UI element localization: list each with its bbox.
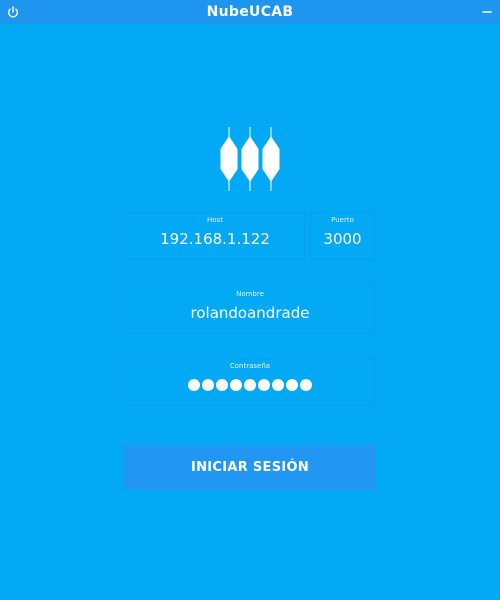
port-field[interactable]: Puerto 3000 <box>310 212 375 260</box>
nube-logo-icon <box>220 127 280 191</box>
title-bar: NubeUCAB <box>0 0 500 24</box>
password-mask-dot <box>258 379 270 391</box>
minimize-button[interactable] <box>478 3 496 21</box>
port-label: Puerto <box>331 216 354 224</box>
username-input[interactable]: rolandoandrade <box>126 304 374 322</box>
power-icon <box>8 6 18 18</box>
login-button[interactable]: INICIAR SESIÓN <box>124 445 376 490</box>
password-mask-dot <box>216 379 228 391</box>
host-input[interactable]: 192.168.1.122 <box>126 230 304 248</box>
password-field[interactable]: Contraseña <box>125 358 375 406</box>
password-mask-dot <box>272 379 284 391</box>
power-button[interactable] <box>4 3 22 21</box>
password-mask-dot <box>188 379 200 391</box>
password-input[interactable] <box>126 379 374 391</box>
password-mask-dot <box>244 379 256 391</box>
username-label: Nombre <box>236 290 264 298</box>
host-field[interactable]: Host 192.168.1.122 <box>125 212 305 260</box>
port-input[interactable]: 3000 <box>311 230 374 248</box>
username-field[interactable]: Nombre rolandoandrade <box>125 286 375 334</box>
minimize-icon <box>482 11 492 13</box>
password-mask-dot <box>202 379 214 391</box>
host-label: Host <box>207 216 223 224</box>
password-mask-dot <box>286 379 298 391</box>
password-label: Contraseña <box>229 362 271 370</box>
password-mask-dot <box>230 379 242 391</box>
password-mask-dot <box>300 379 312 391</box>
window-title: NubeUCAB <box>206 4 294 20</box>
